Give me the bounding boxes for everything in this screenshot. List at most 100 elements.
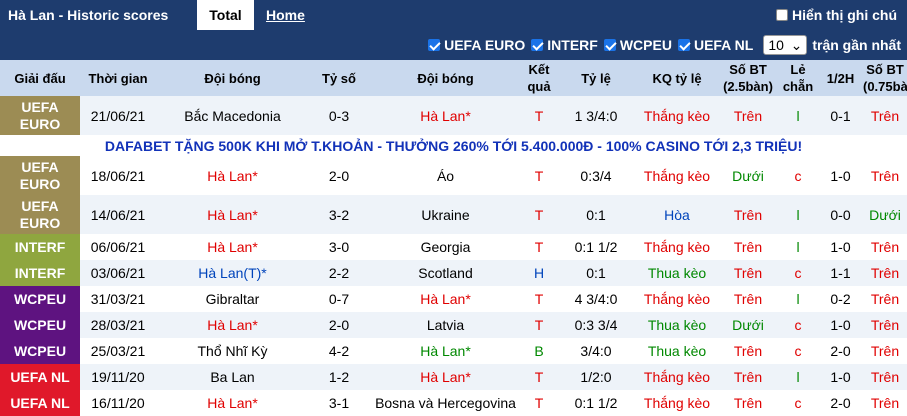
table-row: UEFA EURO 14/06/21 Hà Lan* 3-2 Ukraine T 0:1 Hò…: [0, 195, 907, 234]
tab-home[interactable]: Home: [254, 0, 317, 30]
tab-total[interactable]: Total: [197, 0, 254, 30]
over-under-cell: Dưới: [718, 312, 778, 338]
over-under-cell: Trên: [718, 260, 778, 286]
away-team-cell[interactable]: Georgia: [369, 234, 522, 260]
home-team-cell[interactable]: Hà Lan*: [156, 312, 309, 338]
league-badge[interactable]: WCPEU: [0, 338, 80, 364]
over-under-075-cell: Trên: [863, 364, 907, 390]
over-under-cell: Trên: [718, 390, 778, 416]
table-row: INTERF 03/06/21 Hà Lan(T)* 2-2 Scotland H 0:1 T…: [0, 260, 907, 286]
filter-interf[interactable]: INTERF: [531, 37, 598, 53]
away-team-cell[interactable]: Ukraine: [369, 195, 522, 234]
over-under-075-cell: Dưới: [863, 195, 907, 234]
date-cell: 14/06/21: [80, 195, 156, 234]
home-team-cell[interactable]: Hà Lan*: [156, 234, 309, 260]
score-cell[interactable]: 2-0: [309, 312, 369, 338]
show-notes-toggle[interactable]: Hiển thị ghi chú: [776, 7, 897, 23]
odd-even-cell: c: [778, 390, 818, 416]
checkbox-checked-icon[interactable]: [677, 39, 690, 51]
score-cell[interactable]: 4-2: [309, 338, 369, 364]
handicap-cell: 1/2:0: [556, 364, 636, 390]
handicap-cell: 1 3/4:0: [556, 96, 636, 135]
score-cell[interactable]: 3-0: [309, 234, 369, 260]
column-header: Tỷ lệ: [556, 60, 636, 96]
league-badge[interactable]: WCPEU: [0, 286, 80, 312]
table-row: UEFA NL 19/11/20 Ba Lan 1-2 Hà Lan* T 1/2:0 Thắ…: [0, 364, 907, 390]
home-team-cell[interactable]: Gibraltar: [156, 286, 309, 312]
odd-even-cell: l: [778, 195, 818, 234]
score-cell[interactable]: 2-0: [309, 156, 369, 195]
column-header: Đội bóng: [369, 60, 522, 96]
home-team-cell[interactable]: Hà Lan*: [156, 156, 309, 195]
league-badge[interactable]: INTERF: [0, 234, 80, 260]
table-header-row: Giải đấu Thời gian Đội bóng Tỷ số Đội bóng Kế…: [0, 60, 907, 96]
away-team-cell[interactable]: Hà Lan*: [369, 364, 522, 390]
checkbox-checked-icon[interactable]: [531, 39, 544, 51]
score-cell[interactable]: 2-2: [309, 260, 369, 286]
handicap-cell: 0:1: [556, 195, 636, 234]
handicap-result-cell: Thua kèo: [636, 338, 718, 364]
checkbox-checked-icon[interactable]: [428, 39, 441, 51]
league-badge[interactable]: WCPEU: [0, 312, 80, 338]
odd-even-cell: c: [778, 260, 818, 286]
filter-uefa-euro[interactable]: UEFA EURO: [428, 37, 525, 53]
filter-wcpeu[interactable]: WCPEU: [603, 37, 672, 53]
league-badge[interactable]: UEFA NL: [0, 390, 80, 416]
match-count-select[interactable]: 10 ⌄: [763, 35, 808, 55]
column-header: KQ tỷ lệ: [636, 60, 718, 96]
half-time-cell: 1-0: [818, 312, 863, 338]
away-team-cell[interactable]: Hà Lan*: [369, 338, 522, 364]
league-badge[interactable]: UEFA NL: [0, 364, 80, 390]
title-bar: Hà Lan - Historic scores Total Home Hiển…: [0, 0, 907, 30]
score-cell[interactable]: 1-2: [309, 364, 369, 390]
home-team-cell[interactable]: Ba Lan: [156, 364, 309, 390]
over-under-075-cell: Trên: [863, 260, 907, 286]
table-row: UEFA NL 16/11/20 Hà Lan* 3-1 Bosna và Herceg…: [0, 390, 907, 416]
away-team-cell[interactable]: Scotland: [369, 260, 522, 286]
league-badge[interactable]: UEFA EURO: [0, 96, 80, 135]
results-table: Giải đấu Thời gian Đội bóng Tỷ số Đội bóng Kế…: [0, 60, 907, 416]
home-team-cell[interactable]: Hà Lan*: [156, 195, 309, 234]
filter-uefa-nl[interactable]: UEFA NL: [677, 37, 754, 53]
away-team-cell[interactable]: Bosna và Hercegovina: [369, 390, 522, 416]
score-cell[interactable]: 3-1: [309, 390, 369, 416]
result-cell: T: [522, 96, 556, 135]
home-team-cell[interactable]: Thổ Nhĩ Kỳ: [156, 338, 309, 364]
odd-even-cell: l: [778, 364, 818, 390]
away-team-cell[interactable]: Latvia: [369, 312, 522, 338]
away-team-cell[interactable]: Áo: [369, 156, 522, 195]
date-cell: 06/06/21: [80, 234, 156, 260]
over-under-cell: Trên: [718, 195, 778, 234]
score-cell[interactable]: 0-7: [309, 286, 369, 312]
over-under-cell: Trên: [718, 338, 778, 364]
handicap-cell: 3/4:0: [556, 338, 636, 364]
handicap-result-cell: Thua kèo: [636, 260, 718, 286]
checkbox-checked-icon[interactable]: [603, 39, 616, 51]
league-badge[interactable]: UEFA EURO: [0, 156, 80, 195]
league-badge[interactable]: INTERF: [0, 260, 80, 286]
league-badge[interactable]: UEFA EURO: [0, 195, 80, 234]
score-cell[interactable]: 3-2: [309, 195, 369, 234]
handicap-result-cell: Thắng kèo: [636, 156, 718, 195]
filter-label: WCPEU: [619, 37, 672, 53]
home-team-cell[interactable]: Hà Lan(T)*: [156, 260, 309, 286]
score-cell[interactable]: 0-3: [309, 96, 369, 135]
handicap-result-cell: Thắng kèo: [636, 96, 718, 135]
table-row: WCPEU 28/03/21 Hà Lan* 2-0 Latvia T 0:3 3/4 Thu…: [0, 312, 907, 338]
home-team-cell[interactable]: Hà Lan*: [156, 390, 309, 416]
away-team-cell[interactable]: Hà Lan*: [369, 96, 522, 135]
filter-label: UEFA NL: [693, 37, 754, 53]
show-notes-label: Hiển thị ghi chú: [792, 7, 897, 23]
handicap-result-cell: Hòa: [636, 195, 718, 234]
date-cell: 28/03/21: [80, 312, 156, 338]
over-under-cell: Trên: [718, 364, 778, 390]
half-time-cell: 2-0: [818, 338, 863, 364]
page-title: Hà Lan - Historic scores: [8, 7, 169, 23]
promo-banner-link[interactable]: DAFABET TẶNG 500K KHI MỞ T.KHOẢN - THƯỞN…: [0, 135, 907, 156]
odd-even-cell: l: [778, 286, 818, 312]
home-team-cell[interactable]: Bắc Macedonia: [156, 96, 309, 135]
filter-bar: UEFA EURO INTERF WCPEU UEFA NL 10 ⌄ trận …: [0, 30, 907, 60]
checkbox-icon[interactable]: [776, 9, 788, 21]
away-team-cell[interactable]: Hà Lan*: [369, 286, 522, 312]
table-row: WCPEU 31/03/21 Gibraltar 0-7 Hà Lan* T 4 3/4:0…: [0, 286, 907, 312]
